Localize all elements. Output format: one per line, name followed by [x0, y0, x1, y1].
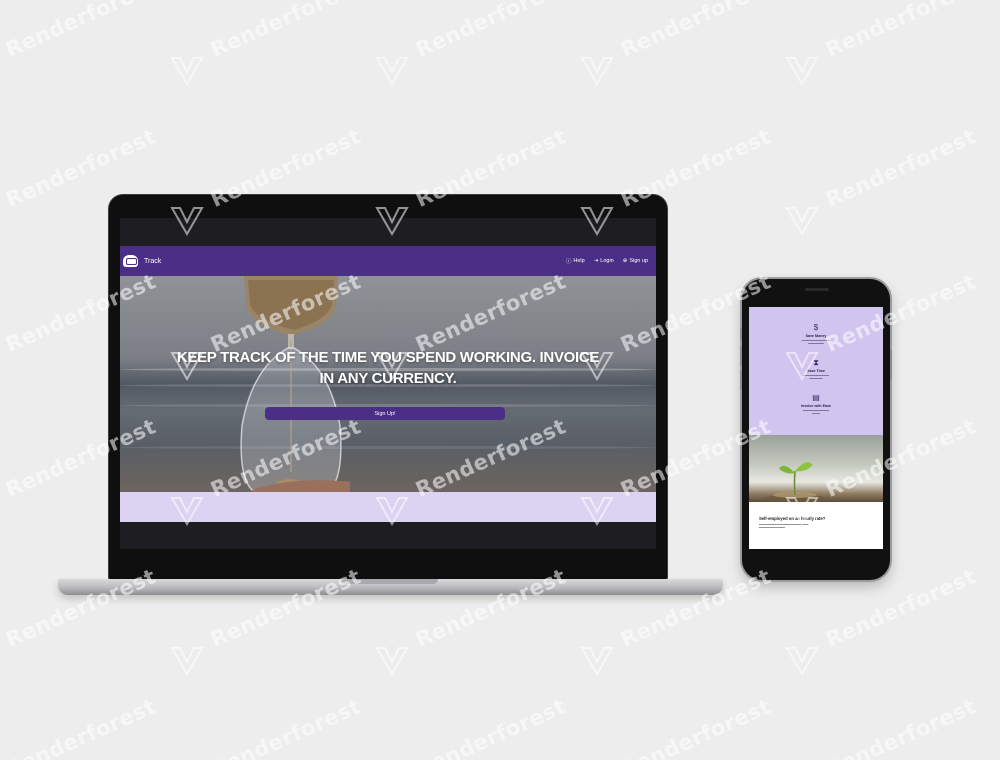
watermark-text: Renderforest: [822, 694, 980, 760]
nav-link-signup[interactable]: ⊕ Sign up: [623, 257, 648, 265]
phone-volume-up: [740, 346, 742, 366]
section-paragraph: ▬▬▬▬▬▬▬▬▬▬▬▬▬▬▬▬▬▬▬ ▬▬▬▬▬▬▬▬▬▬: [759, 523, 809, 530]
section-heading: Self-employed on an hourly rate?: [759, 516, 826, 521]
nav-links: ⓘ Help ⇥ Login ⊕ Sign up: [566, 257, 648, 265]
signup-icon: ⊕: [622, 258, 628, 264]
watermark-logo-icon: [580, 647, 614, 676]
watermark-logo-icon: [375, 57, 409, 86]
hourly-rate-section: Self-employed on an hourly rate? ▬▬▬▬▬▬▬…: [749, 502, 883, 549]
watermark-text: Renderforest: [2, 0, 160, 62]
watermark-logo-icon: [785, 57, 819, 86]
phone-speaker: [805, 288, 829, 291]
feature-item: ▤ Invoice with Ease ▬▬▬▬▬▬▬▬▬▬ ▬▬▬: [749, 393, 883, 416]
watermark-logo-icon: [785, 207, 819, 236]
watermark-text: Renderforest: [617, 694, 775, 760]
seedling-illustration: [765, 462, 825, 502]
feature-title: Save Money: [805, 334, 827, 338]
hero-section: KEEP TRACK OF THE TIME YOU SPEND WORKING…: [120, 276, 656, 492]
feature-title: Save Time: [807, 369, 825, 373]
watermark-logo-icon: [785, 647, 819, 676]
feature-item: $ Save Money ▬▬▬▬▬▬▬▬▬▬▬ ▬▬▬▬▬▬: [749, 323, 883, 346]
feature-desc: ▬▬▬▬▬▬▬▬▬▬ ▬▬▬▬▬: [803, 374, 829, 381]
watermark-text: Renderforest: [822, 0, 980, 62]
nav-link-help[interactable]: ⓘ Help: [566, 257, 585, 265]
watermark-text: Renderforest: [207, 694, 365, 760]
dollar-icon: $: [813, 323, 819, 332]
watermark-text: Renderforest: [617, 0, 775, 62]
phone-volume-down: [740, 370, 742, 390]
watermark-text: Renderforest: [2, 694, 160, 760]
watermark-logo-icon: [580, 57, 614, 86]
watermark-logo-icon: [375, 647, 409, 676]
features-band: [120, 492, 656, 522]
watermark-logo-icon: [170, 647, 204, 676]
features-section: $ Save Money ▬▬▬▬▬▬▬▬▬▬▬ ▬▬▬▬▬▬ ⧗ Save Ti…: [749, 307, 883, 435]
phone-power-button: [890, 350, 892, 380]
document-icon: ▤: [812, 393, 820, 402]
brand-name[interactable]: Track: [144, 258, 161, 265]
phone-mute-switch: [740, 328, 742, 340]
nav-link-label: Sign up: [629, 258, 648, 264]
watermark-text: Renderforest: [412, 694, 570, 760]
help-icon: ⓘ: [565, 259, 572, 265]
brand-logo-icon[interactable]: [123, 255, 138, 267]
watermark-logo-icon: [170, 57, 204, 86]
hourglass-icon: ⧗: [813, 358, 819, 367]
feature-desc: ▬▬▬▬▬▬▬▬▬▬▬ ▬▬▬▬▬▬: [801, 339, 831, 346]
feature-desc: ▬▬▬▬▬▬▬▬▬▬ ▬▬▬: [803, 409, 829, 416]
plant-image: [749, 435, 883, 502]
feature-title: Invoice with Ease: [801, 404, 831, 408]
nav-link-label: Help: [573, 258, 585, 264]
nav-link-login[interactable]: ⇥ Login: [594, 257, 614, 265]
watermark-text: Renderforest: [412, 0, 570, 62]
login-icon: ⇥: [593, 258, 599, 264]
watermark-text: Renderforest: [207, 0, 365, 62]
ocean-wave: [120, 446, 656, 449]
laptop-screen: Track ⓘ Help ⇥ Login ⊕ Sign up KEEP TRAC…: [120, 218, 656, 549]
hero-title-line: KEEP TRACK OF THE TIME YOU SPEND WORKING…: [176, 349, 600, 366]
navbar: Track ⓘ Help ⇥ Login ⊕ Sign up: [120, 246, 656, 276]
hero-title-line: IN ANY CURRENCY.: [319, 370, 457, 387]
phone-screen: $ Save Money ▬▬▬▬▬▬▬▬▬▬▬ ▬▬▬▬▬▬ ⧗ Save Ti…: [749, 307, 883, 549]
watermark-text: Renderforest: [822, 124, 980, 212]
hero-title: KEEP TRACK OF THE TIME YOU SPEND WORKING…: [120, 347, 656, 389]
laptop-notch: [340, 579, 438, 584]
feature-item: ⧗ Save Time ▬▬▬▬▬▬▬▬▬▬ ▬▬▬▬▬: [749, 358, 883, 381]
nav-link-label: Login: [600, 258, 614, 264]
signup-button[interactable]: Sign Up!: [265, 407, 505, 420]
